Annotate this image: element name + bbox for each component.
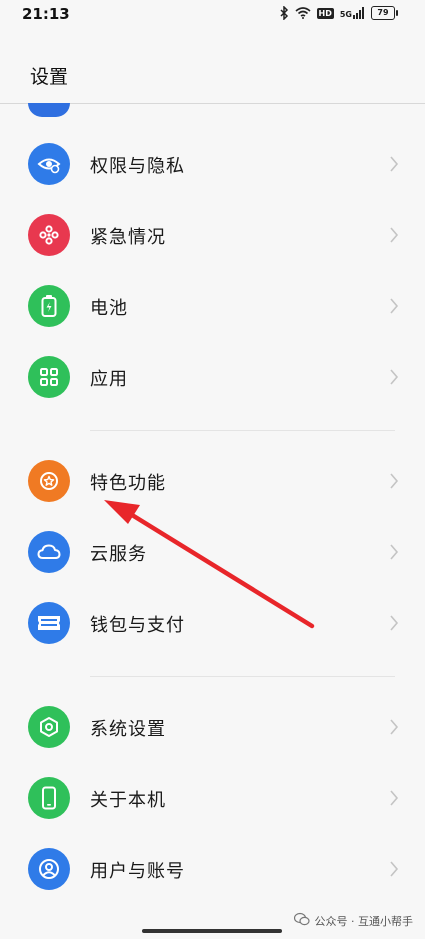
settings-item-cloud[interactable]: 云服务 (0, 518, 425, 589)
bluetooth-icon (279, 6, 289, 20)
settings-item-battery[interactable]: 电池 (0, 272, 425, 343)
section-divider (90, 430, 395, 431)
chevron-right-icon (389, 472, 399, 494)
watermark: 公众号 · 互通小帮手 (293, 912, 414, 929)
privacy-eye-icon (28, 143, 70, 185)
page-title: 设置 (30, 66, 69, 88)
chevron-right-icon (389, 368, 399, 390)
status-icons: HD 5G 79 (279, 6, 398, 20)
cloud-icon (28, 531, 70, 573)
settings-item-special-features[interactable]: 特色功能 (0, 447, 425, 518)
battery-icon (28, 285, 70, 327)
chevron-right-icon (389, 789, 399, 811)
chevron-right-icon (389, 860, 399, 882)
emergency-icon (28, 214, 70, 256)
chevron-right-icon (389, 718, 399, 740)
section-divider (90, 676, 395, 677)
battery-indicator: 79 (371, 6, 398, 20)
settings-item-system[interactable]: 系统设置 (0, 693, 425, 764)
settings-item-label: 紧急情况 (90, 227, 166, 248)
chevron-right-icon (389, 226, 399, 248)
wechat-icon (293, 912, 310, 929)
settings-item-label: 特色功能 (90, 473, 166, 494)
settings-item-label: 电池 (90, 298, 128, 319)
settings-item-label: 权限与隐私 (90, 156, 185, 177)
settings-item-label: 钱包与支付 (90, 615, 185, 636)
settings-item-label: 用户与账号 (90, 861, 185, 882)
status-bar: 21:13 HD 5G 79 (0, 0, 425, 30)
settings-item-label: 应用 (90, 369, 128, 390)
apps-grid-icon (28, 356, 70, 398)
scrolled-item-icon (28, 103, 70, 117)
settings-item-label: 云服务 (90, 544, 147, 565)
system-hexagon-icon (28, 706, 70, 748)
wallet-icon (28, 602, 70, 644)
settings-item-emergency[interactable]: 紧急情况 (0, 201, 425, 272)
wifi-icon (294, 7, 311, 19)
chevron-right-icon (389, 155, 399, 177)
settings-item-apps[interactable]: 应用 (0, 343, 425, 414)
home-indicator[interactable] (142, 929, 282, 933)
settings-item-wallet[interactable]: 钱包与支付 (0, 589, 425, 660)
chevron-right-icon (389, 297, 399, 319)
signal-icon: 5G (340, 7, 365, 19)
settings-item-privacy[interactable]: 权限与隐私 (0, 130, 425, 201)
watermark-text: 公众号 · 互通小帮手 (314, 914, 414, 928)
settings-item-about-phone[interactable]: 关于本机 (0, 764, 425, 835)
hd-badge: HD (316, 7, 334, 19)
phone-icon (28, 777, 70, 819)
network-type-label: 5G (339, 10, 352, 19)
status-time: 21:13 (22, 5, 70, 23)
settings-item-label: 系统设置 (90, 719, 166, 740)
chevron-right-icon (389, 543, 399, 565)
star-badge-icon (28, 460, 70, 502)
settings-item-label: 关于本机 (90, 790, 166, 811)
user-account-icon (28, 848, 70, 890)
settings-item-users-accounts[interactable]: 用户与账号 (0, 835, 425, 906)
chevron-right-icon (389, 614, 399, 636)
